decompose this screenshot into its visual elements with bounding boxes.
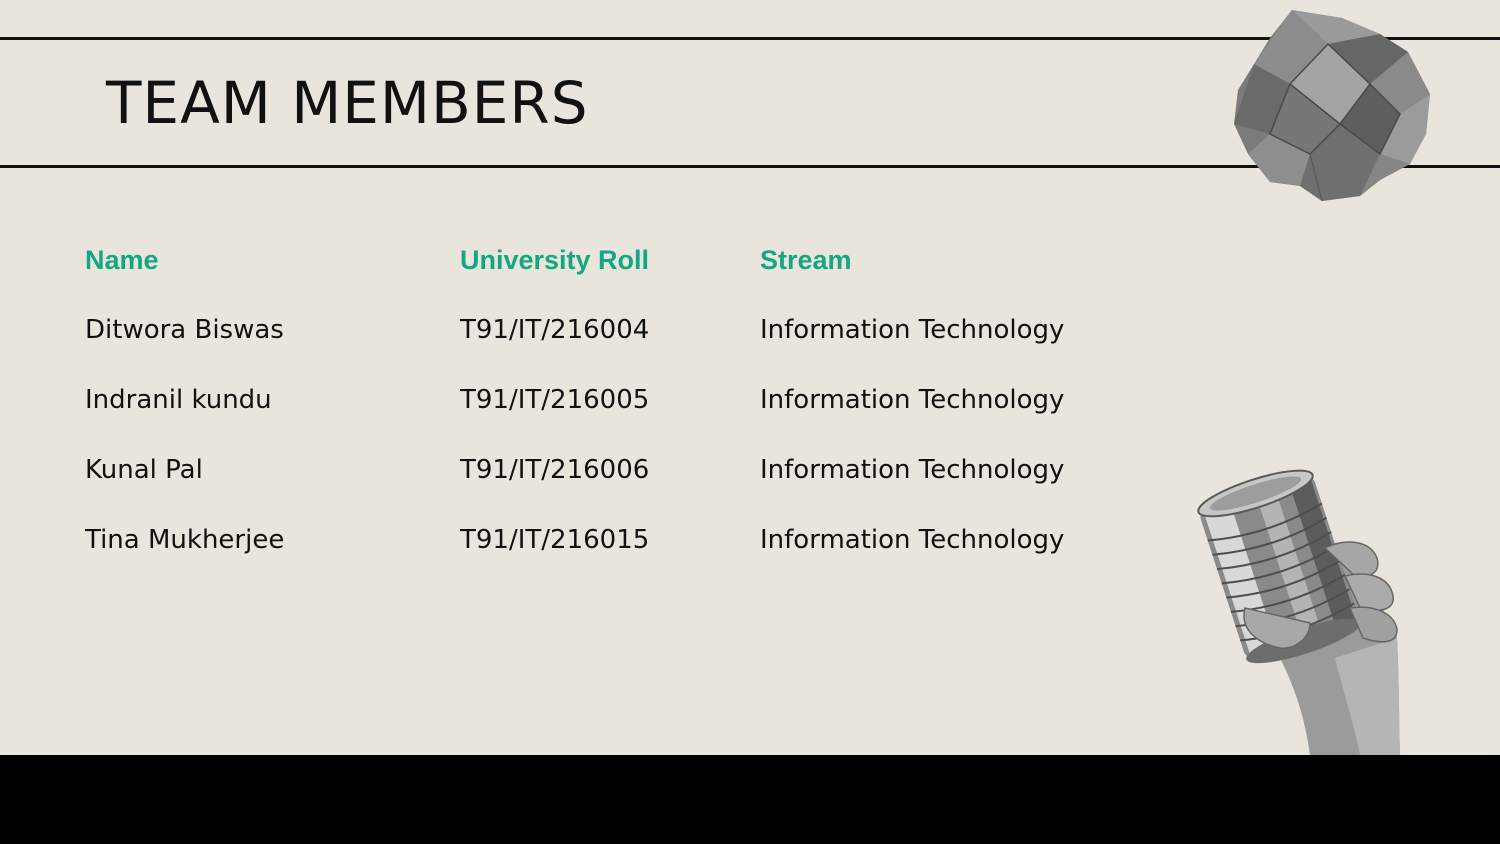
- table-row: Indranil kundu T91/IT/216005 Information…: [85, 385, 1140, 455]
- member-roll: T91/IT/216005: [460, 385, 650, 415]
- member-roll: T91/IT/216004: [460, 315, 650, 345]
- team-members-table: Name University Roll Stream Ditwora Bisw…: [85, 245, 1140, 595]
- member-name: Ditwora Biswas: [85, 315, 284, 345]
- member-stream: Information Technology: [760, 455, 1065, 485]
- hand-holding-tin-can-image: [1197, 469, 1400, 755]
- table-row: Ditwora Biswas T91/IT/216004 Information…: [85, 315, 1140, 385]
- bottom-black-band: [0, 755, 1500, 844]
- slide: TEAM MEMBERS Name University Roll Stream…: [0, 0, 1500, 755]
- member-roll: T91/IT/216015: [460, 525, 650, 555]
- member-stream: Information Technology: [760, 525, 1065, 555]
- table-header-row: Name University Roll Stream: [85, 245, 1140, 315]
- crumpled-paper-ball-image: [1234, 10, 1430, 202]
- member-name: Kunal Pal: [85, 455, 203, 485]
- header-university-roll: University Roll: [460, 245, 650, 275]
- member-name: Indranil kundu: [85, 385, 272, 415]
- member-stream: Information Technology: [760, 385, 1065, 415]
- header-stream: Stream: [760, 245, 852, 275]
- member-roll: T91/IT/216006: [460, 455, 650, 485]
- table-row: Tina Mukherjee T91/IT/216015 Information…: [85, 525, 1140, 595]
- page-title: TEAM MEMBERS: [106, 69, 589, 137]
- member-name: Tina Mukherjee: [85, 525, 285, 555]
- member-stream: Information Technology: [760, 315, 1065, 345]
- header-name: Name: [85, 245, 159, 275]
- table-row: Kunal Pal T91/IT/216006 Information Tech…: [85, 455, 1140, 525]
